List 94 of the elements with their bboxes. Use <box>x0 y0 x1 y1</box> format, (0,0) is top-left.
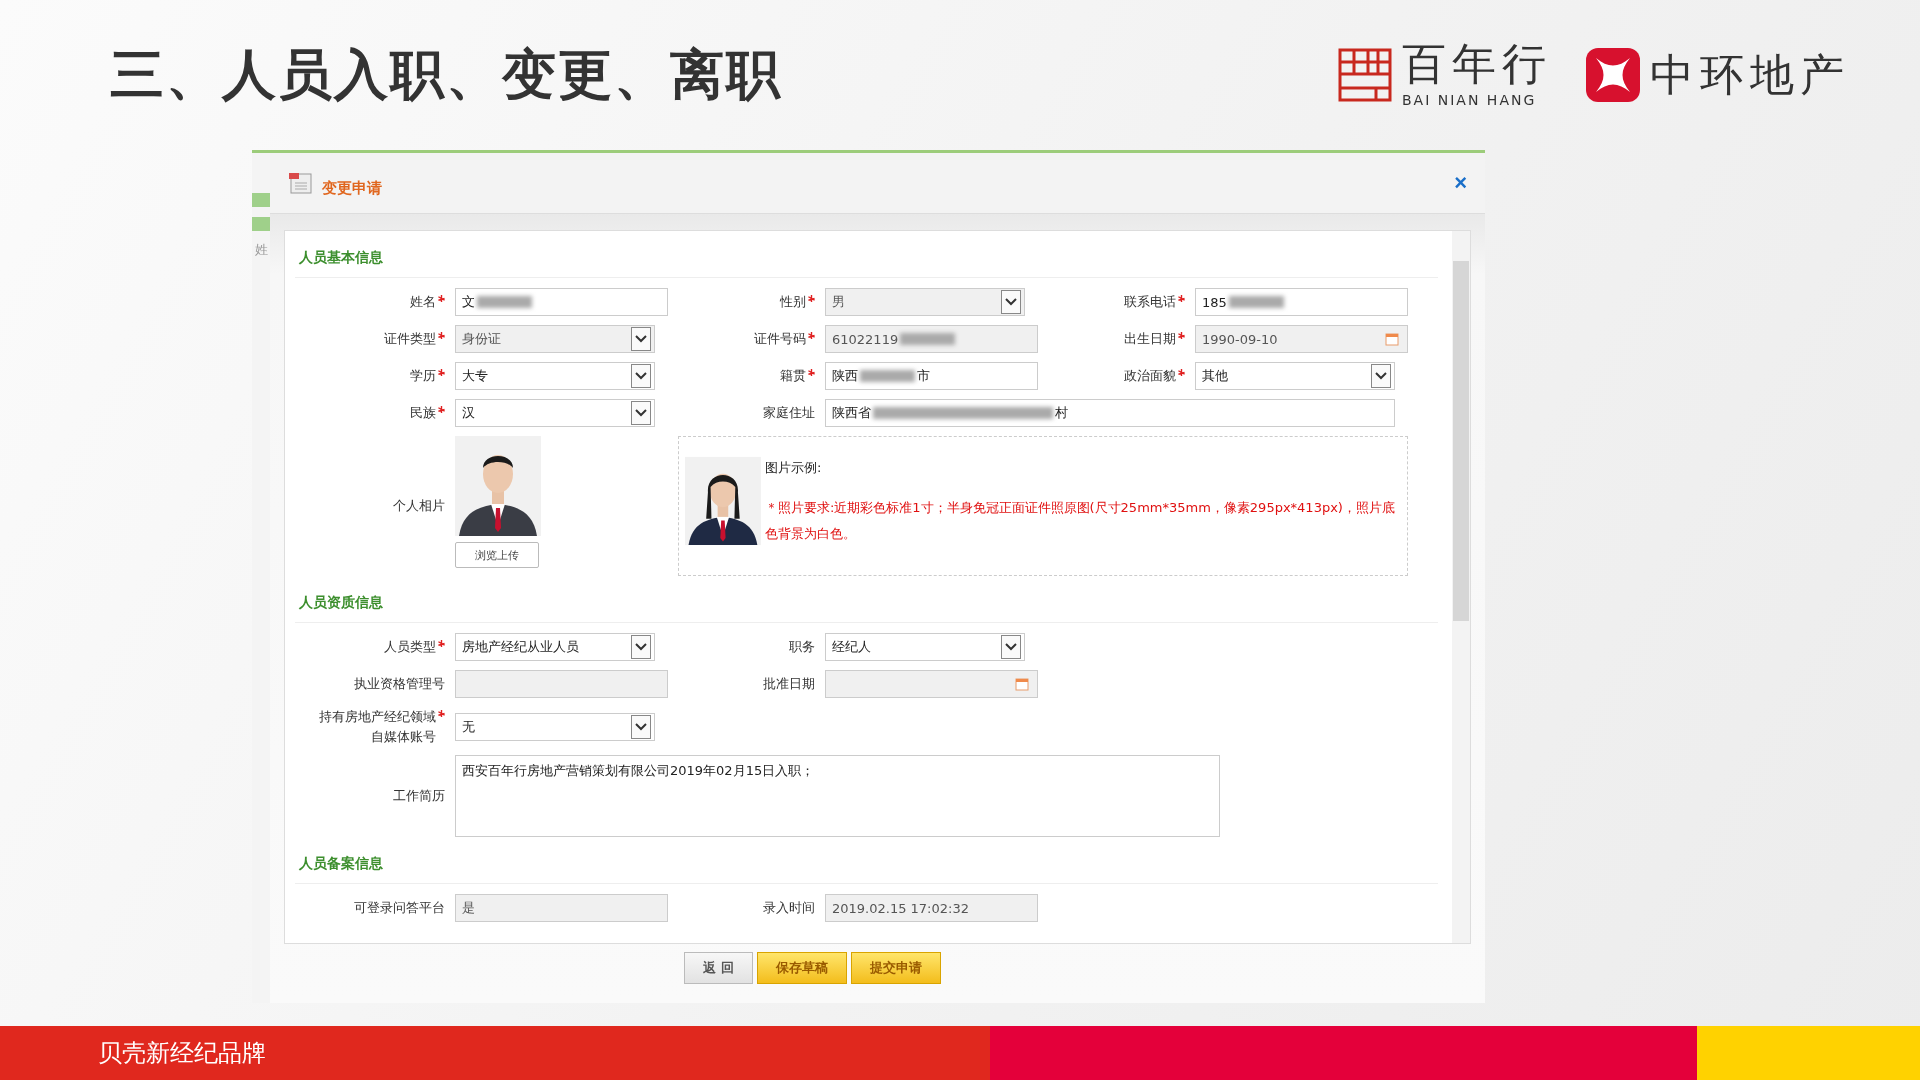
required-icon <box>1178 295 1185 303</box>
dropdown-icon <box>1001 635 1021 659</box>
field-value: 汉 <box>462 404 475 422</box>
input-field[interactable]: 陕西 市 <box>825 362 1038 390</box>
field-value: 2019.02.15 17:02:32 <box>832 900 969 916</box>
required-icon <box>808 332 815 340</box>
field-value: 是 <box>462 899 475 917</box>
photo-requirement-note: ＊照片要求:近期彩色标准1寸；半身免冠正面证件照原图(尺寸25mm*35mm，像素295px*413px)，照片底色背景为白色。 <box>764 499 1396 543</box>
section-title: 人员备案信息 <box>295 837 1438 884</box>
field-label: 籍贯 <box>780 367 806 386</box>
field-label: 个人相片 <box>393 497 445 516</box>
field-label: 人员类型 <box>384 638 436 657</box>
logo-name: 百年行 <box>1402 42 1552 86</box>
dialog-title: 变更申请 <box>322 178 382 198</box>
field-value: 大专 <box>462 367 488 385</box>
section-title: 人员资质信息 <box>295 576 1438 623</box>
field-label: 联系电话 <box>1124 293 1176 312</box>
field-label: 持有房地产经纪领域自媒体账号 <box>318 708 436 746</box>
field-label: 录入时间 <box>763 899 815 918</box>
slide-title: 三、人员入职、变更、离职 <box>110 41 782 108</box>
grid-logo-icon <box>1338 48 1392 102</box>
field-value: 身份证 <box>462 330 501 348</box>
field-value: 陕西省 <box>832 404 871 422</box>
required-icon <box>808 369 815 377</box>
dropdown-icon <box>1371 364 1391 388</box>
calendar-icon <box>1385 332 1399 346</box>
side-tab-marker <box>252 193 270 207</box>
field-label: 证件号码 <box>754 330 806 349</box>
dropdown-icon <box>631 635 651 659</box>
field-label: 证件类型 <box>384 330 436 349</box>
select-field[interactable]: 经纪人 <box>825 633 1025 661</box>
field-label: 职务 <box>789 638 815 657</box>
field-value: 185 <box>1202 294 1227 310</box>
field-value: 市 <box>917 367 930 385</box>
required-icon <box>438 406 445 414</box>
select-field[interactable]: 大专 <box>455 362 655 390</box>
action-button[interactable]: 提交申请 <box>850 952 941 984</box>
required-icon <box>438 332 445 340</box>
field-value: 村 <box>1055 404 1068 422</box>
required-icon <box>438 369 445 377</box>
logo-name: 中环地产 <box>1650 53 1850 97</box>
required-icon <box>438 710 445 717</box>
required-icon <box>438 640 445 648</box>
footer-text: 贝壳新经纪品牌 <box>98 1038 266 1069</box>
select-field[interactable]: 无 <box>455 712 655 741</box>
input-field[interactable]: 文 <box>455 288 668 316</box>
calendar-icon <box>1015 677 1029 691</box>
required-icon <box>1178 332 1185 340</box>
select-field[interactable]: 房地产经纪从业人员 <box>455 633 655 661</box>
field-label: 姓名 <box>410 293 436 312</box>
dropdown-icon <box>631 714 651 739</box>
field-value: 陕西 <box>832 367 858 385</box>
action-button[interactable]: 保存草稿 <box>756 952 847 984</box>
field-label: 学历 <box>410 367 436 386</box>
browse-upload-button[interactable]: 浏览上传 <box>455 542 539 568</box>
field-value: 无 <box>462 717 475 736</box>
field-label: 可登录问答平台 <box>354 899 445 918</box>
field-value: 文 <box>462 293 475 311</box>
field-label: 工作简历 <box>393 787 445 806</box>
text-area[interactable]: 西安百年行房地产营销策划有限公司2019年02月15日入职； <box>455 755 1220 837</box>
logo-subtitle: BAI NIAN HANG <box>1402 92 1538 108</box>
field-label: 家庭住址 <box>763 404 815 423</box>
field-label: 执业资格管理号 <box>354 675 445 694</box>
cross-logo-icon <box>1586 48 1640 102</box>
field-label: 性别 <box>780 293 806 312</box>
field-value: 1990-09-10 <box>1202 331 1278 347</box>
required-icon <box>438 295 445 303</box>
side-label: 姓 <box>254 241 268 259</box>
field-label: 民族 <box>410 404 436 423</box>
input-field[interactable]: 陕西省 村 <box>825 399 1395 427</box>
field-value: 男 <box>832 293 845 311</box>
field-value: 房地产经纪从业人员 <box>462 638 579 656</box>
field-label: 批准日期 <box>763 675 815 694</box>
close-button[interactable]: × <box>1448 169 1473 197</box>
select-field[interactable]: 其他 <box>1195 362 1395 390</box>
scrollbar[interactable] <box>1452 231 1470 943</box>
field-value: 61022119 <box>832 331 899 347</box>
field-value: 经纪人 <box>832 638 871 656</box>
required-icon <box>1178 369 1185 377</box>
dropdown-icon <box>1001 290 1021 314</box>
field-value: 其他 <box>1202 367 1228 385</box>
select-field[interactable]: 汉 <box>455 399 655 427</box>
dropdown-icon <box>631 364 651 388</box>
field-label: 政治面貌 <box>1124 367 1176 386</box>
side-tab-marker <box>252 217 270 231</box>
back-button[interactable]: 返 回 <box>684 952 753 984</box>
field-label: 出生日期 <box>1124 330 1176 349</box>
form-icon <box>288 172 312 194</box>
required-icon <box>808 295 815 303</box>
input-field[interactable]: 185 <box>1195 288 1408 316</box>
section-title: 人员基本信息 <box>295 231 1438 278</box>
dropdown-icon <box>631 401 651 425</box>
example-title: 图片示例: <box>764 459 823 477</box>
dropdown-icon <box>631 327 651 351</box>
